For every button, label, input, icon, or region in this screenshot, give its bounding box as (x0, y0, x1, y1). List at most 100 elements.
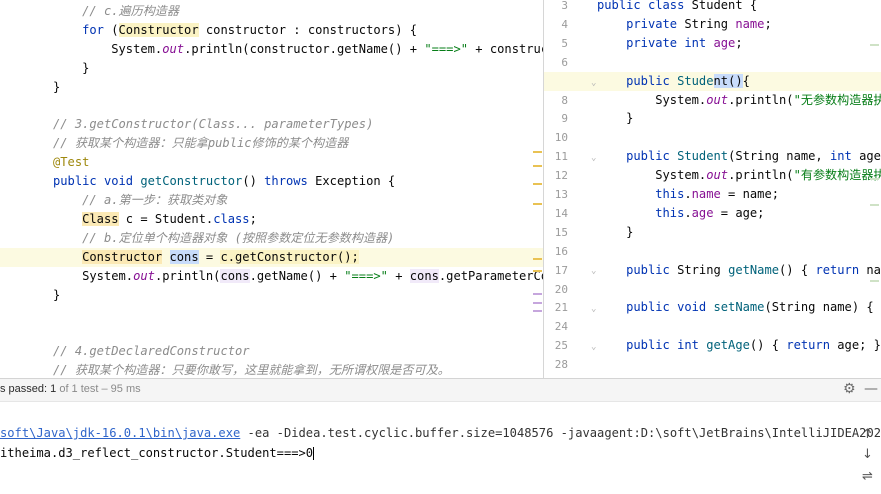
code-token: public (626, 263, 677, 277)
code-line[interactable]: // b.定位单个构造器对象 (按照参数定位无参数构造器) (0, 229, 543, 248)
code-line[interactable]: } (544, 223, 881, 242)
code-line[interactable] (0, 304, 543, 323)
code-token: () (242, 174, 264, 188)
error-stripe-marker[interactable] (870, 44, 879, 46)
code-token: for (82, 23, 104, 37)
code-token: int (830, 149, 859, 163)
error-stripe-marker[interactable] (533, 270, 542, 272)
code-line[interactable] (544, 128, 881, 147)
java-exe-link[interactable]: soft\Java\jdk-16.0.1\bin\java.exe (0, 426, 240, 440)
code-line[interactable]: Class c = Student.class; (0, 210, 543, 229)
command-line: soft\Java\jdk-16.0.1\bin\java.exe -ea -D… (0, 423, 881, 443)
code-token: cons (410, 269, 439, 283)
code-token: return (815, 263, 866, 277)
code-line[interactable]: public void getConstructor() throws Exce… (0, 172, 543, 191)
code-line[interactable]: private String name; (544, 15, 881, 34)
code-line[interactable]: // 3.getConstructor(Class... parameterTy… (0, 115, 543, 134)
code-line[interactable] (0, 323, 543, 342)
fold-icon[interactable]: ⌄ (591, 266, 596, 276)
code-line[interactable]: } (0, 286, 543, 305)
code-line[interactable] (0, 97, 543, 116)
command-args: -ea -Didea.test.cyclic.buffer.size=10485… (240, 426, 881, 440)
code-token: () { (779, 263, 815, 277)
code-line[interactable]: private int age; (544, 34, 881, 53)
code-token (53, 250, 82, 264)
code-line[interactable]: public class Student { (544, 0, 881, 15)
error-stripe-marker[interactable] (870, 280, 879, 282)
code-token (597, 149, 626, 163)
code-token (53, 212, 82, 226)
code-line[interactable]: System.out.println("有参数构造器执行 (544, 166, 881, 185)
console-output: itheima.d3_reflect_constructor.Student==… (0, 443, 314, 463)
test-status: s passed: 1 of 1 test – 95 ms (0, 383, 141, 395)
code-line[interactable]: System.out.println(constructor.getName()… (0, 40, 543, 59)
code-token: getAge (706, 338, 750, 352)
code-token: "===>" (344, 269, 388, 283)
error-stripe-marker[interactable] (870, 178, 879, 180)
code-line[interactable]: for (Constructor constructor : construct… (0, 21, 543, 40)
code-token: out (706, 168, 728, 182)
fold-icon[interactable]: ⌄ (591, 153, 596, 163)
code-token: throws (264, 174, 308, 188)
code-line[interactable] (544, 317, 881, 336)
code-line[interactable]: // 4.getDeclaredConstructor (0, 342, 543, 361)
code-token (53, 4, 82, 18)
arrow-up-icon[interactable]: ↑ (862, 427, 873, 442)
code-line[interactable]: @Test (0, 153, 543, 172)
code-line[interactable] (544, 242, 881, 261)
error-stripe-marker[interactable] (533, 293, 542, 295)
code-line[interactable] (544, 355, 881, 374)
code-token: // c.遍历构造器 (82, 4, 179, 18)
code-token: class (213, 212, 249, 226)
error-stripe-marker[interactable] (533, 203, 542, 205)
test-duration-text: of 1 test – 95 ms (56, 383, 140, 395)
code-line[interactable]: } (544, 109, 881, 128)
left-editor[interactable]: // c.遍历构造器 for (Constructor constructor … (0, 0, 543, 378)
error-stripe-marker[interactable] (533, 151, 542, 153)
code-line[interactable] (544, 280, 881, 299)
error-stripe-marker[interactable] (870, 204, 879, 206)
code-token: } (597, 111, 633, 125)
error-stripe-marker[interactable] (533, 183, 542, 185)
code-token: . (684, 206, 691, 220)
code-line[interactable]: this.age = age; (544, 204, 881, 223)
code-token (597, 36, 626, 50)
code-line[interactable]: System.out.println(cons.getName() + "===… (0, 267, 543, 286)
gear-icon[interactable]: ⚙ (843, 381, 856, 397)
tests-passed-text: s passed: 1 (0, 383, 56, 395)
fold-icon[interactable]: ⌄ (591, 78, 596, 88)
code-token: name (735, 17, 764, 31)
arrow-down-icon[interactable]: ↓ (862, 447, 873, 462)
code-token (53, 23, 82, 37)
code-token (597, 300, 626, 314)
code-token: Constructor (119, 23, 199, 37)
code-line[interactable]: // c.遍历构造器 (0, 2, 543, 21)
fold-icon[interactable]: ⌄ (591, 342, 596, 352)
code-token (597, 17, 626, 31)
code-line[interactable]: // 获取某个构造器：只能拿public修饰的某个构造器 (0, 134, 543, 153)
code-line[interactable]: Constructor cons = c.getConstructor(); (0, 248, 543, 267)
code-line[interactable]: } (0, 59, 543, 78)
code-token: .println(constructor.getName() + (184, 42, 424, 56)
code-line[interactable] (544, 53, 881, 72)
code-token: // 3.getConstructor(Class... parameterTy… (53, 117, 373, 131)
code-token: + constructor (468, 42, 543, 56)
fold-icon[interactable]: ⌄ (591, 304, 596, 314)
code-line[interactable]: } (0, 78, 543, 97)
code-line[interactable]: // 获取某个构造器：只要你敢写，这里就能拿到，无所谓权限是否可及。 (0, 361, 543, 378)
right-editor[interactable]: 345678910111213141516172021242528 public… (544, 0, 881, 378)
code-token: () { (750, 338, 786, 352)
code-line[interactable]: System.out.println("无参数构造器执行 (544, 91, 881, 110)
error-stripe-marker[interactable] (533, 310, 542, 312)
error-stripe-marker[interactable] (533, 165, 542, 167)
error-stripe-marker[interactable] (533, 302, 542, 304)
minus-icon[interactable]: — (864, 381, 878, 397)
error-stripe-marker[interactable] (533, 258, 542, 260)
code-token: String (677, 263, 728, 277)
soft-wrap-icon[interactable]: ⇌ (862, 469, 873, 484)
code-line[interactable]: // a.第一步：获取类对象 (0, 191, 543, 210)
code-line[interactable]: this.name = name; (544, 185, 881, 204)
code-token: c.getConstructor(); (220, 250, 358, 264)
code-token: .println( (155, 269, 221, 283)
test-status-bar: s passed: 1 of 1 test – 95 ms ⚙ — (0, 379, 881, 402)
